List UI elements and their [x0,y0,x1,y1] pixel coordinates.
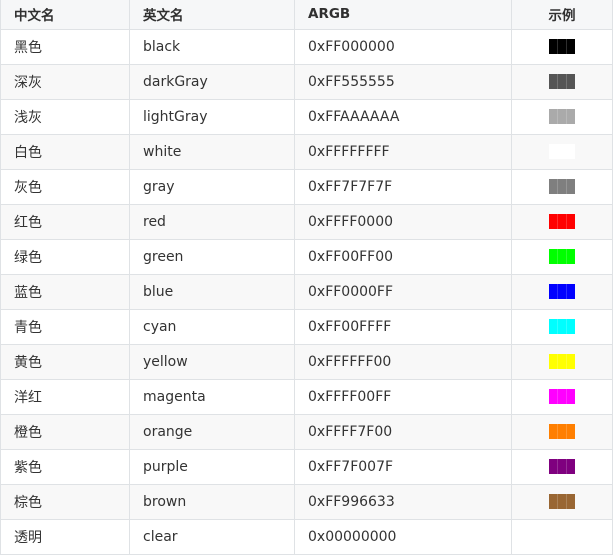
english-name-cell: green [129,238,295,275]
chinese-name-cell: 灰色 [0,168,130,205]
color-swatch [549,214,575,229]
chinese-name-cell: 透明 [0,518,130,555]
table-row: 蓝色 blue 0xFF0000FF [0,273,613,310]
argb-cell: 0xFF7F7F7F [294,168,512,205]
table-row: 洋红 magenta 0xFFFF00FF [0,378,613,415]
table-body: 黑色 black 0xFF000000 深灰 darkGray 0xFF555555 浅灰 l… [0,28,613,555]
color-swatch [549,354,575,369]
table-row: 灰色 gray 0xFF7F7F7F [0,168,613,205]
chinese-name-cell: 洋红 [0,378,130,415]
chinese-name-cell: 棕色 [0,483,130,520]
argb-cell: 0xFFAAAAAA [294,98,512,135]
sample-cell [511,63,613,100]
table-row: 深灰 darkGray 0xFF555555 [0,63,613,100]
sample-cell [511,308,613,345]
header-sample: 示例 [511,0,613,30]
table-row: 青色 cyan 0xFF00FFFF [0,308,613,345]
english-name-cell: magenta [129,378,295,415]
sample-cell [511,273,613,310]
chinese-name-cell: 蓝色 [0,273,130,310]
argb-cell: 0xFF555555 [294,63,512,100]
table-row: 绿色 green 0xFF00FF00 [0,238,613,275]
sample-cell [511,203,613,240]
english-name-cell: brown [129,483,295,520]
color-swatch [549,459,575,474]
english-name-cell: darkGray [129,63,295,100]
table-row: 棕色 brown 0xFF996633 [0,483,613,520]
table-row: 黑色 black 0xFF000000 [0,28,613,65]
sample-cell [511,483,613,520]
english-name-cell: white [129,133,295,170]
sample-cell [511,518,613,555]
header-row: 中文名 英文名 ARGB 示例 [0,0,613,30]
english-name-cell: orange [129,413,295,450]
chinese-name-cell: 深灰 [0,63,130,100]
color-swatch [549,249,575,264]
header-argb: ARGB [294,0,512,30]
table-row: 黄色 yellow 0xFFFFFF00 [0,343,613,380]
table-row: 橙色 orange 0xFFFF7F00 [0,413,613,450]
sample-cell [511,378,613,415]
chinese-name-cell: 黑色 [0,28,130,65]
english-name-cell: black [129,28,295,65]
table-row: 白色 white 0xFFFFFFFF [0,133,613,170]
color-swatch [549,74,575,89]
chinese-name-cell: 青色 [0,308,130,345]
argb-cell: 0xFF996633 [294,483,512,520]
color-swatch [549,389,575,404]
color-swatch [549,179,575,194]
argb-cell: 0xFFFF7F00 [294,413,512,450]
color-swatch [549,284,575,299]
english-name-cell: cyan [129,308,295,345]
table-row: 透明 clear 0x00000000 [0,518,613,555]
english-name-cell: gray [129,168,295,205]
argb-cell: 0x00000000 [294,518,512,555]
argb-cell: 0xFF00FFFF [294,308,512,345]
color-swatch [549,424,575,439]
table-row: 红色 red 0xFFFF0000 [0,203,613,240]
color-swatch [549,144,575,159]
english-name-cell: lightGray [129,98,295,135]
english-name-cell: clear [129,518,295,555]
table-header: 中文名 英文名 ARGB 示例 [0,0,613,30]
sample-cell [511,98,613,135]
chinese-name-cell: 红色 [0,203,130,240]
chinese-name-cell: 浅灰 [0,98,130,135]
argb-cell: 0xFFFFFFFF [294,133,512,170]
sample-cell [511,448,613,485]
sample-cell [511,413,613,450]
argb-cell: 0xFF7F007F [294,448,512,485]
argb-cell: 0xFFFFFF00 [294,343,512,380]
color-swatch [549,39,575,54]
sample-cell [511,238,613,275]
chinese-name-cell: 紫色 [0,448,130,485]
color-swatch [549,319,575,334]
argb-cell: 0xFF00FF00 [294,238,512,275]
header-chinese-name: 中文名 [0,0,130,30]
table-row: 紫色 purple 0xFF7F007F [0,448,613,485]
chinese-name-cell: 橙色 [0,413,130,450]
argb-cell: 0xFF0000FF [294,273,512,310]
chinese-name-cell: 黄色 [0,343,130,380]
chinese-name-cell: 绿色 [0,238,130,275]
table-row: 浅灰 lightGray 0xFFAAAAAA [0,98,613,135]
color-swatch [549,494,575,509]
argb-cell: 0xFFFF00FF [294,378,512,415]
sample-cell [511,343,613,380]
sample-cell [511,168,613,205]
header-english-name: 英文名 [129,0,295,30]
argb-cell: 0xFF000000 [294,28,512,65]
english-name-cell: blue [129,273,295,310]
chinese-name-cell: 白色 [0,133,130,170]
color-table: 中文名 英文名 ARGB 示例 黑色 black 0xFF000000 深灰 darkG… [0,0,613,555]
english-name-cell: purple [129,448,295,485]
english-name-cell: yellow [129,343,295,380]
argb-cell: 0xFFFF0000 [294,203,512,240]
sample-cell [511,28,613,65]
english-name-cell: red [129,203,295,240]
color-swatch [549,109,575,124]
sample-cell [511,133,613,170]
